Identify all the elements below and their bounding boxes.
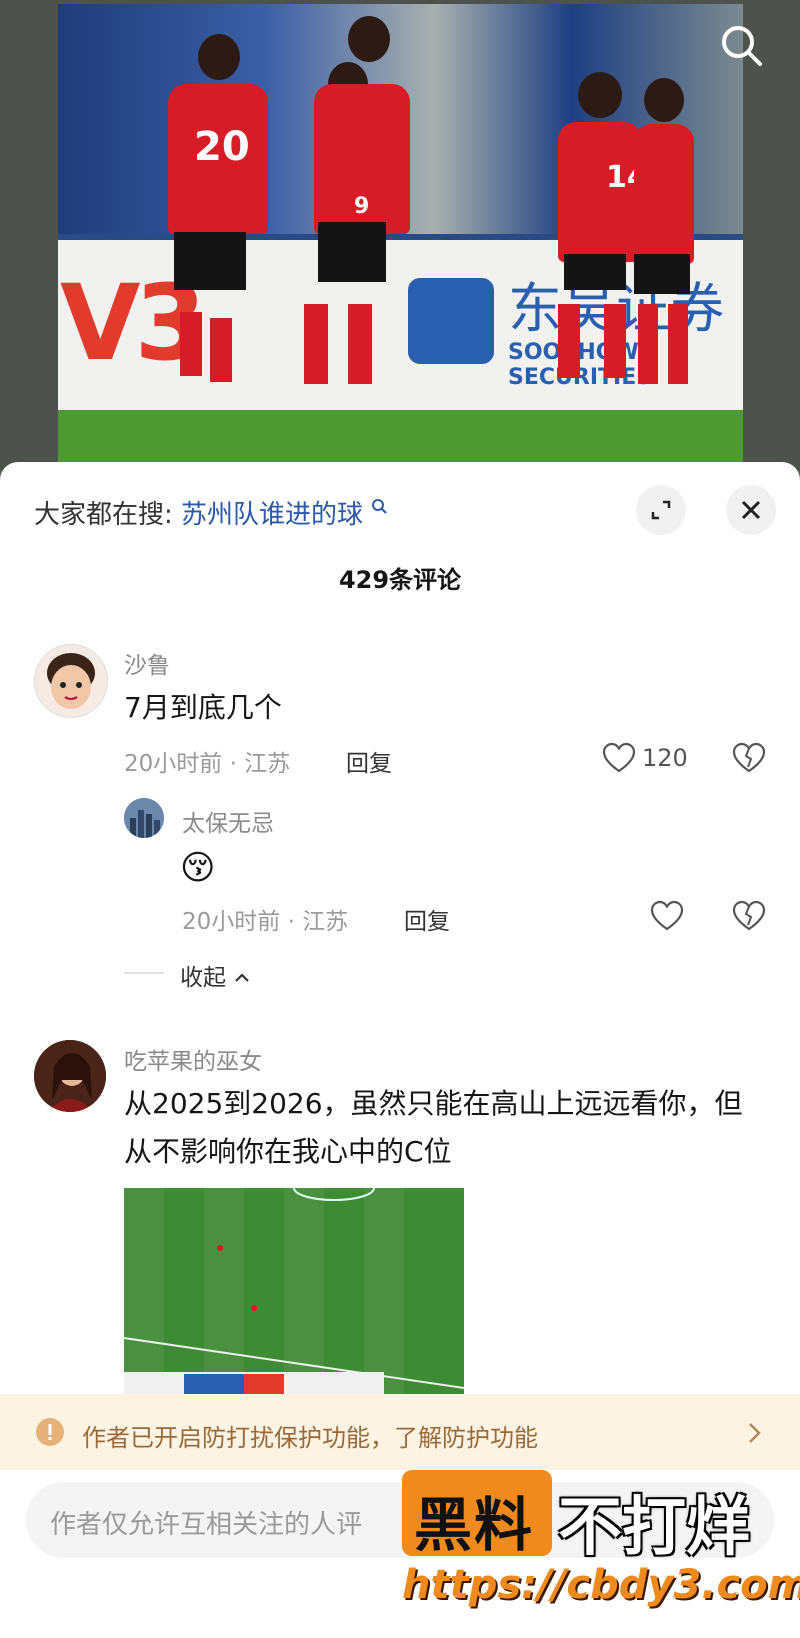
like-count: 120 (642, 744, 688, 772)
pitch-lines (124, 1188, 464, 1398)
player-20: 20 (168, 84, 268, 234)
expand-button[interactable] (636, 485, 686, 535)
player-head (348, 16, 390, 62)
player-sock (604, 304, 626, 378)
reply-meta: 20小时前 · 江苏 (182, 909, 349, 935)
hot-search-query[interactable]: 苏州队谁进的球 (181, 500, 363, 530)
player-sock (638, 304, 658, 384)
baby-avatar-icon (35, 645, 107, 717)
soochow-logo (408, 278, 494, 364)
reply-button[interactable]: 回复 (404, 902, 450, 936)
collapse-replies-button[interactable]: 收起 (180, 958, 251, 992)
player-sock (180, 312, 202, 376)
player-captain (634, 124, 694, 264)
like-icon[interactable] (650, 900, 684, 932)
player-sock (558, 304, 580, 378)
video-background: V3 东吴证券 SOOCHOW SECURITIES 20 9 14 (0, 0, 800, 470)
search-icon (722, 26, 762, 66)
comment-username[interactable]: 沙鲁 (124, 646, 170, 680)
match-photo: V3 东吴证券 SOOCHOW SECURITIES 20 9 14 (58, 4, 743, 462)
protect-notice-text: 作者已开启防打扰保护功能，了解防护功能 (82, 1424, 538, 1452)
reply-emoji: 😚 (180, 848, 216, 888)
player-sock (210, 318, 232, 382)
comment-username[interactable]: 吃苹果的巫女 (124, 1042, 262, 1076)
player-sock (304, 304, 328, 384)
hot-search-prefix: 大家都在搜: (34, 500, 173, 530)
collapse-divider (124, 972, 164, 974)
comment-image[interactable] (124, 1188, 464, 1398)
reply-avatar[interactable] (124, 798, 164, 838)
close-button[interactable] (726, 485, 776, 535)
dislike-icon[interactable] (732, 900, 766, 932)
info-icon (36, 1418, 64, 1446)
comment-input-placeholder: 作者仅允许互相关注的人评 (50, 1510, 363, 1540)
city-avatar-icon (124, 798, 164, 838)
chevron-right-icon (749, 1423, 761, 1443)
comments-count: 429条评论 (338, 566, 462, 594)
player-head (578, 72, 622, 118)
jersey-number: 9 (354, 194, 370, 219)
player-9: 9 (314, 84, 410, 234)
jersey-number: 20 (194, 124, 250, 170)
comment-text: 从2025到2026，虽然只能在高山上远远看你，但从不影响你在我心中的C位 (124, 1087, 743, 1168)
watermark-tag: 黑料 (402, 1470, 552, 1559)
search-button[interactable] (716, 20, 768, 72)
player-shorts (318, 222, 386, 282)
protect-notice[interactable]: 作者已开启防打扰保护功能，了解防护功能 (0, 1394, 800, 1470)
chevron-up-icon (235, 973, 250, 982)
watermark-text: 不打烊 (558, 1491, 750, 1565)
pitch-grass (58, 410, 743, 462)
comment-text: 7月到底几个 (124, 691, 282, 724)
woman-avatar-icon (34, 1040, 106, 1112)
player-sock (348, 304, 372, 384)
search-small-icon (372, 499, 388, 514)
dislike-icon[interactable] (732, 742, 766, 774)
watermark-tag-text: 黑料 (414, 1491, 535, 1559)
avatar[interactable] (34, 644, 108, 718)
player-shorts (174, 232, 246, 290)
comment-meta: 20小时前 · 江苏 (124, 751, 291, 777)
watermark-url: https://cbdy3.com (402, 1562, 800, 1608)
reply-button[interactable]: 回复 (346, 744, 392, 778)
like-icon[interactable] (602, 742, 636, 774)
hot-search[interactable]: 大家都在搜: 苏州队谁进的球 (34, 494, 389, 531)
player-sock (668, 304, 688, 384)
close-icon (741, 500, 761, 520)
player-head (644, 78, 684, 122)
player-shorts (564, 254, 626, 290)
player-14: 14 (558, 122, 648, 262)
reply-username[interactable]: 太保无忌 (182, 804, 274, 838)
expand-icon (651, 500, 671, 520)
player-shorts (634, 254, 690, 294)
player-head (198, 34, 240, 80)
collapse-label: 收起 (180, 965, 226, 991)
avatar[interactable] (34, 1040, 106, 1112)
